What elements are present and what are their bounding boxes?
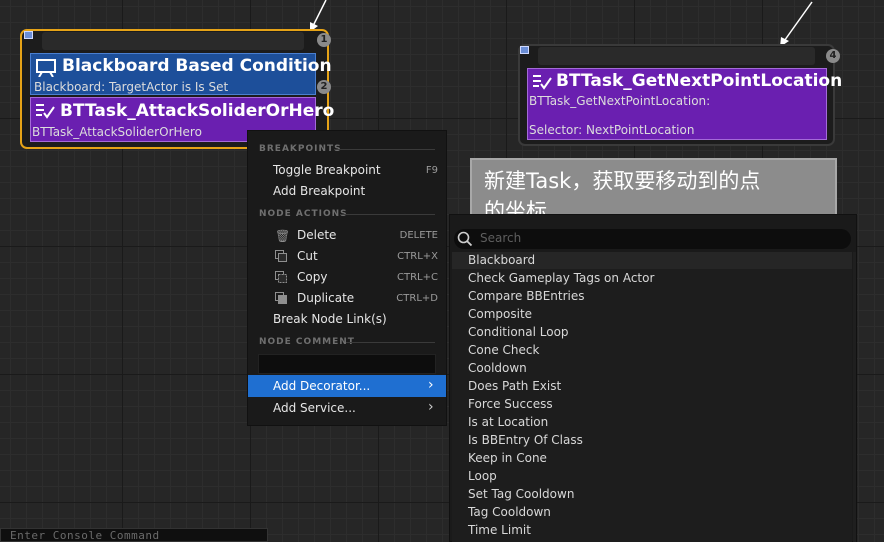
- decorator-order-badge: 2: [317, 80, 331, 94]
- decorator-title: Blackboard Based Condition: [62, 56, 332, 76]
- search-placeholder: Search: [480, 231, 522, 245]
- decorator-option[interactable]: Composite: [468, 307, 532, 321]
- section-divider: [340, 214, 435, 215]
- trash-icon: 🗑: [275, 229, 291, 243]
- shortcut-toggle-breakpoint: F9: [425, 165, 438, 176]
- section-header-node-comment: NODE COMMENT: [259, 337, 355, 347]
- decorator-subtitle: Blackboard: TargetActor is Is Set: [34, 80, 229, 94]
- node-input-pin-bar[interactable]: [42, 32, 304, 50]
- wire-right: [781, 1, 813, 45]
- decorator-option[interactable]: Compare BBEntries: [468, 289, 585, 303]
- console-placeholder: Enter Console Command: [10, 529, 160, 542]
- section-header-node-actions: NODE ACTIONS: [259, 209, 348, 219]
- task-icon: [533, 75, 552, 90]
- decorator-option[interactable]: Blackboard: [468, 253, 535, 267]
- shortcut-cut: CTRL+X: [397, 251, 438, 262]
- duplicate-icon: [275, 292, 287, 304]
- menu-item-delete[interactable]: Delete: [297, 228, 336, 242]
- task-icon: [36, 104, 55, 119]
- shortcut-delete: DELETE: [399, 230, 438, 241]
- task-get-next-point-location[interactable]: BTTask_GetNextPointLocation BTTask_GetNe…: [527, 68, 842, 140]
- decorator-option[interactable]: Set Tag Cooldown: [468, 487, 574, 501]
- menu-item-break-node-links[interactable]: Break Node Link(s): [273, 312, 387, 326]
- decorator-option[interactable]: Cone Check: [468, 343, 539, 357]
- decorator-option[interactable]: Tag Cooldown: [468, 505, 551, 519]
- decorator-option[interactable]: Keep in Cone: [468, 451, 547, 465]
- task-description: BTTask_GetNextPointLocation:: [529, 94, 711, 108]
- menu-item-cut[interactable]: Cut: [297, 249, 318, 263]
- node-input-pin-bar[interactable]: [538, 47, 815, 65]
- task-selector: Selector: NextPointLocation: [529, 123, 695, 137]
- decorator-icon: [36, 59, 56, 77]
- submenu-scrollbar[interactable]: [853, 252, 856, 542]
- menu-item-toggle-breakpoint[interactable]: Toggle Breakpoint: [273, 163, 381, 177]
- execution-order-badge: 1: [317, 33, 331, 47]
- decorator-option[interactable]: Cooldown: [468, 361, 527, 375]
- decorator-option[interactable]: Force Success: [468, 397, 553, 411]
- node-corner-icon: [24, 31, 33, 39]
- decorator-option[interactable]: Loop: [468, 469, 497, 483]
- task-title: BTTask_AttackSoliderOrHero: [60, 101, 335, 121]
- chevron-right-icon: ›: [428, 399, 434, 415]
- section-header-breakpoints: BREAKPOINTS: [259, 144, 342, 154]
- section-divider: [346, 342, 435, 343]
- section-divider: [334, 149, 435, 150]
- decorator-option[interactable]: Is at Location: [468, 415, 548, 429]
- task-title: BTTask_GetNextPointLocation: [556, 71, 843, 91]
- cut-icon: [275, 250, 287, 262]
- shortcut-duplicate: CTRL+D: [396, 293, 438, 304]
- copy-icon: [275, 271, 287, 283]
- wire-left: [311, 0, 327, 29]
- decorator-blackboard-condition[interactable]: Blackboard Based Condition Blackboard: T…: [30, 53, 332, 95]
- menu-item-add-decorator[interactable]: Add Decorator...: [273, 379, 370, 393]
- menu-item-add-breakpoint[interactable]: Add Breakpoint: [273, 184, 365, 198]
- search-icon: [457, 231, 473, 247]
- task-subtitle: BTTask_AttackSoliderOrHero: [32, 125, 202, 139]
- node-corner-icon: [520, 46, 529, 54]
- decorator-option[interactable]: Time Limit: [468, 523, 531, 537]
- menu-item-duplicate[interactable]: Duplicate: [297, 291, 354, 305]
- execution-order-badge: 4: [826, 49, 840, 63]
- menu-item-copy[interactable]: Copy: [297, 270, 327, 284]
- decorator-option[interactable]: Does Path Exist: [468, 379, 561, 393]
- menu-item-add-service[interactable]: Add Service...: [273, 401, 356, 415]
- chevron-right-icon: ›: [428, 377, 434, 393]
- decorator-option[interactable]: Conditional Loop: [468, 325, 569, 339]
- shortcut-copy: CTRL+C: [397, 272, 438, 283]
- node-comment-input[interactable]: [258, 354, 436, 374]
- node-comment-bubble[interactable]: 新建Task，获取要移动到的点 的坐标: [470, 158, 837, 218]
- decorator-option[interactable]: Is BBEntry Of Class: [468, 433, 583, 447]
- decorator-option[interactable]: Check Gameplay Tags on Actor: [468, 271, 654, 285]
